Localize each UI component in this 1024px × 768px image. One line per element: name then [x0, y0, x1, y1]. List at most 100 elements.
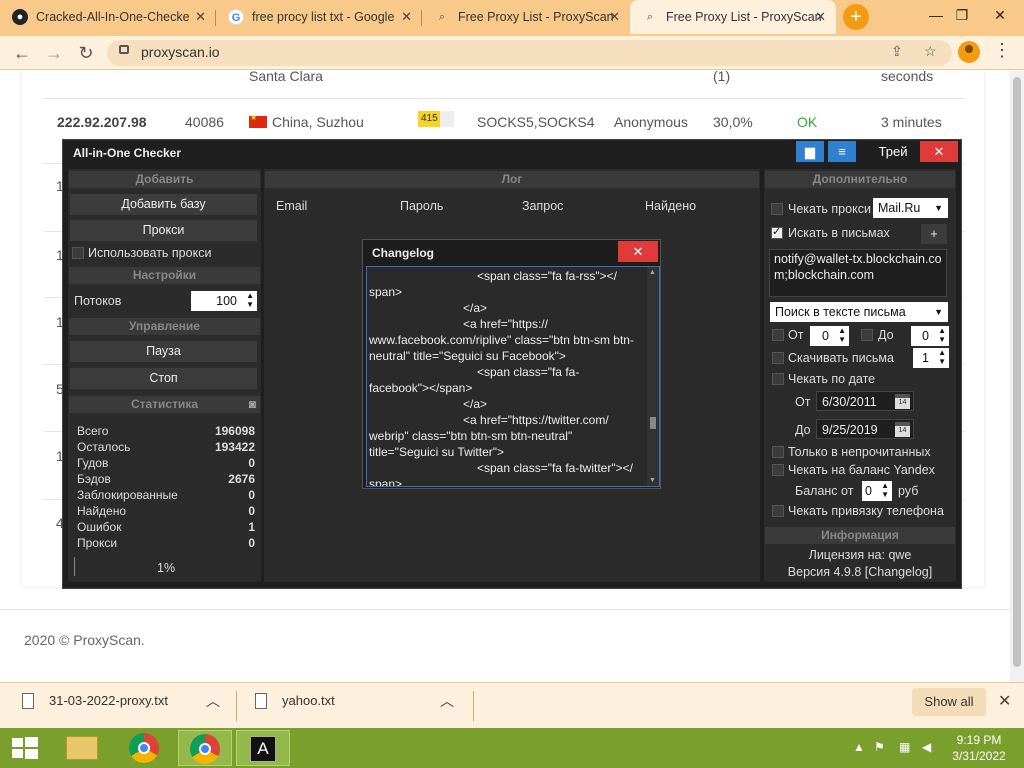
tray-button[interactable]: Трей — [870, 141, 916, 162]
calendar-icon[interactable]: 14 — [895, 394, 910, 409]
close-icon[interactable]: ✕ — [815, 0, 826, 34]
stepper-arrows-icon[interactable]: ▲ ▼ — [246, 291, 254, 309]
tab-cracked-checker[interactable]: ● Cracked-All-In-One-Checke ✕ — [0, 0, 216, 34]
show-all-button[interactable]: Show all — [912, 688, 986, 716]
stepper-arrows-icon[interactable]: ▲ ▼ — [938, 326, 946, 344]
chevron-up-icon[interactable]: ︿ — [206, 691, 220, 711]
download-stepper[interactable]: 1 ▲ ▼ — [913, 348, 949, 368]
close-icon[interactable]: ✕ — [609, 0, 620, 34]
browser-menu-icon[interactable]: ⋮ — [993, 40, 1011, 61]
close-icon[interactable]: ✕ — [195, 0, 206, 34]
close-icon[interactable]: ✕ — [401, 0, 412, 34]
changelog-text[interactable]: <span class="fa fa-rss"></ span> </a> <a hr… — [366, 266, 660, 487]
log-col-password[interactable]: Пароль — [400, 199, 443, 213]
start-button[interactable] — [0, 730, 48, 766]
stat-value: 2676 — [228, 472, 255, 486]
scroll-up-icon[interactable]: ▲ — [649, 269, 656, 276]
license-text: Лицензия на: qwe — [808, 548, 912, 562]
bookmark-star-icon[interactable]: ☆ — [924, 43, 937, 60]
chrome-active-icon[interactable] — [178, 730, 232, 766]
stepper-arrows-icon[interactable]: ▲ ▼ — [938, 348, 946, 366]
scrollbar-thumb[interactable] — [650, 417, 656, 429]
changelog-line: </a> — [463, 397, 488, 411]
scroll-down-icon[interactable]: ▼ — [649, 477, 656, 484]
network-icon[interactable]: ▦ — [899, 740, 910, 754]
volume-icon[interactable]: ◀ — [922, 740, 931, 754]
reload-button[interactable]: ↻ — [74, 41, 98, 65]
search-text-field[interactable]: notify@wallet-tx.blockchain.com;blockcha… — [769, 249, 947, 297]
download-item[interactable]: 31-03-2022-proxy.txt ︿ — [0, 683, 236, 729]
to-label: До — [878, 328, 894, 342]
tray-chevron-icon[interactable]: ▲ — [853, 740, 865, 754]
tab-title: Cracked-All-In-One-Checke — [36, 10, 190, 24]
action-center-icon[interactable]: ⚑ — [874, 740, 885, 754]
threads-stepper[interactable]: 100 ▲ ▼ — [191, 291, 257, 311]
download-letters-checkbox[interactable] — [772, 352, 784, 364]
to-checkbox[interactable] — [861, 329, 873, 341]
camera-icon[interactable]: ◙ — [249, 396, 256, 413]
window-close-button[interactable]: ✕ — [978, 0, 1022, 34]
profile-avatar[interactable] — [958, 41, 980, 63]
from-stepper[interactable]: 0 ▲ ▼ — [810, 326, 849, 346]
google-icon: G — [228, 9, 244, 25]
check-by-date-checkbox[interactable] — [772, 373, 784, 385]
log-col-query[interactable]: Запрос — [522, 199, 563, 213]
download-item[interactable]: yahoo.txt ︿ — [237, 683, 473, 729]
to-stepper[interactable]: 0 ▲ ▼ — [911, 326, 949, 346]
stop-button[interactable]: Стоп — [70, 368, 257, 389]
share-icon[interactable]: ⇪ — [891, 43, 903, 60]
date-from-label: От — [795, 395, 811, 409]
add-base-button[interactable]: Добавить базу — [70, 194, 257, 215]
proxy-button[interactable]: Прокси — [70, 220, 257, 241]
tab-proxyscan-active[interactable]: ⌕ Free Proxy List - ProxyScan ✕ — [630, 0, 836, 34]
changelog-scrollbar[interactable]: ▲ ▼ — [647, 267, 659, 486]
changelog-line: facebook"></span> — [369, 381, 473, 395]
stepper-arrows-icon[interactable]: ▲ ▼ — [838, 326, 846, 344]
stepper-arrows-icon[interactable]: ▲ ▼ — [881, 481, 889, 499]
from-label: От — [788, 328, 804, 342]
scrollbar-thumb[interactable] — [1013, 77, 1021, 667]
back-button[interactable]: ← — [10, 41, 34, 65]
calendar-icon[interactable]: 14 — [895, 422, 910, 437]
check-phone-checkbox[interactable] — [772, 505, 784, 517]
version-link[interactable]: Версия 4.9.8 [Changelog] — [765, 565, 955, 579]
changelog-line: title="Seguici su Twitter"> — [369, 445, 505, 459]
page-scrollbar[interactable] — [1010, 71, 1024, 682]
forward-button[interactable]: → — [42, 41, 66, 65]
log-col-found[interactable]: Найдено — [645, 199, 696, 213]
app-close-button[interactable]: ✕ — [920, 141, 958, 162]
checker-app-icon[interactable]: A — [236, 730, 290, 766]
list-icon[interactable]: ≡ — [828, 141, 856, 162]
stats-title: Статистика — [130, 397, 199, 411]
stat-row: Найдено 0 — [77, 504, 255, 518]
address-bar[interactable]: proxyscan.io ⇪ ☆ — [107, 40, 952, 66]
system-clock[interactable]: 9:19 PM 3/31/2022 — [944, 732, 1014, 764]
check-proxy-checkbox[interactable] — [771, 203, 783, 215]
chrome-icon[interactable] — [118, 730, 172, 766]
ip-cell[interactable]: 222.92.207.98 — [57, 114, 147, 130]
check-yandex-checkbox[interactable] — [772, 464, 784, 476]
use-proxy-checkbox[interactable] — [72, 247, 84, 259]
pause-button[interactable]: Пауза — [70, 341, 257, 362]
unread-only-checkbox[interactable] — [772, 446, 784, 458]
balance-stepper[interactable]: 0 ▲ ▼ — [862, 481, 892, 501]
changelog-close-button[interactable]: ✕ — [618, 241, 658, 262]
tab-proxyscan[interactable]: ⌕ Free Proxy List - ProxyScan ✕ — [422, 0, 630, 34]
close-icon[interactable]: ✕ — [998, 691, 1011, 711]
folder-icon[interactable]: ▆ — [796, 141, 824, 162]
date-from-field[interactable]: 6/30/2011 14 — [816, 391, 914, 411]
search-letters-checkbox[interactable] — [771, 225, 783, 239]
proxy-provider-select[interactable]: Mail.Ru ▼ — [873, 198, 948, 218]
check-by-date-label: Чекать по дате — [788, 372, 876, 386]
date-to-field[interactable]: 9/25/2019 14 — [816, 419, 914, 439]
log-col-email[interactable]: Email — [276, 199, 307, 213]
file-explorer-icon[interactable] — [56, 730, 110, 766]
tab-google-search[interactable]: G free procy list txt - Google ✕ — [216, 0, 422, 34]
chevron-up-icon[interactable]: ︿ — [440, 691, 454, 711]
search-mode-select[interactable]: Поиск в тексте письма ▼ — [770, 302, 948, 322]
new-tab-button[interactable]: + — [843, 4, 869, 30]
count-cell: (1) — [713, 71, 731, 84]
add-search-button[interactable]: + — [921, 224, 947, 244]
from-checkbox[interactable] — [772, 329, 784, 341]
changelog-line: <span class="fa fa- — [477, 365, 580, 379]
